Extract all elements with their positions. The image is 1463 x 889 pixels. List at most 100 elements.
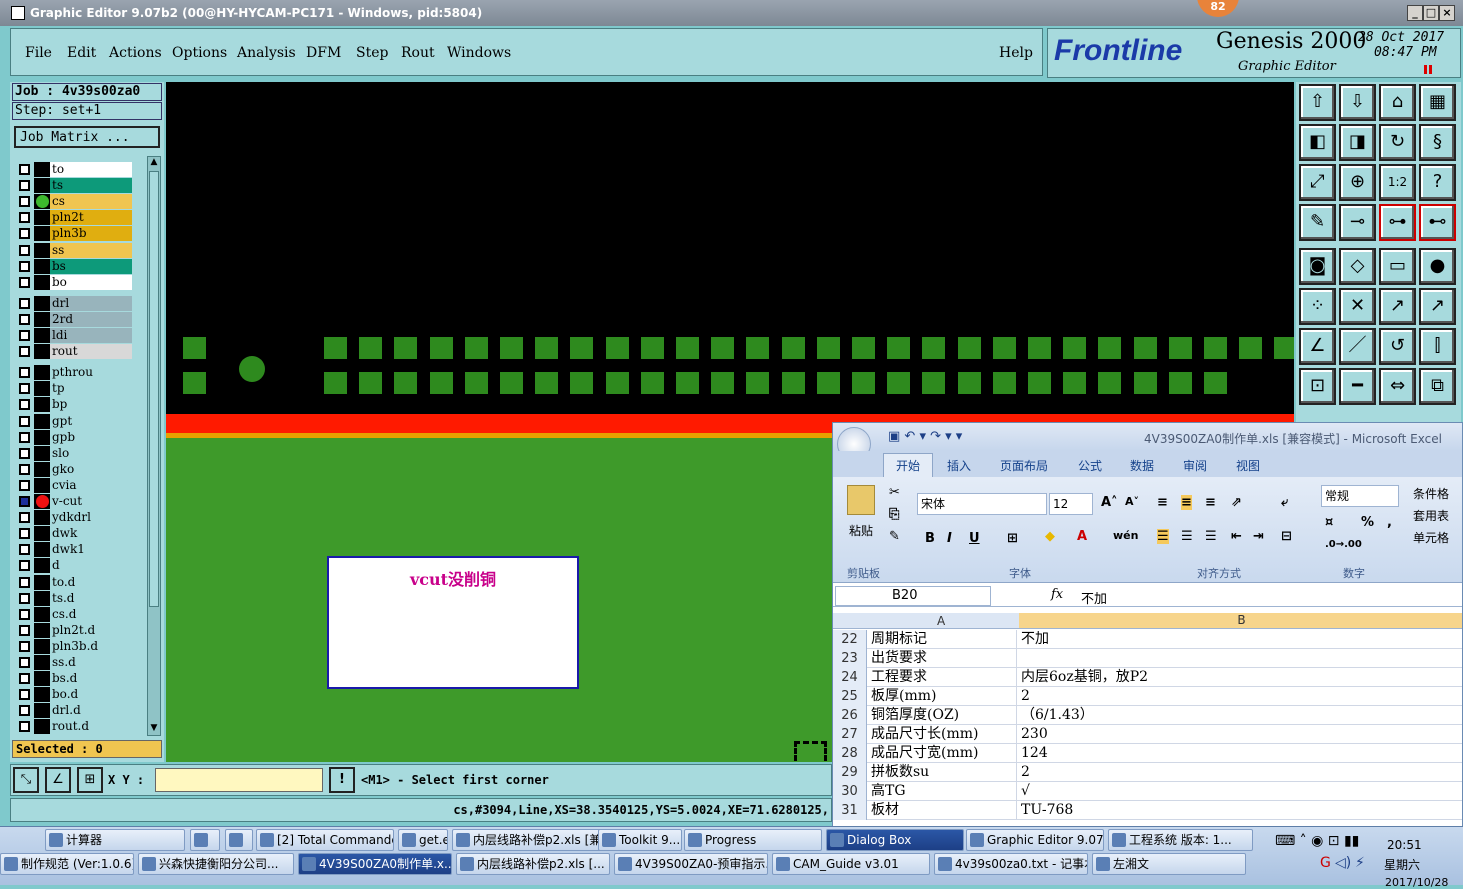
undo-icon[interactable]: ↺ [1379, 328, 1416, 365]
zoom-tool-icon[interactable]: ⤡ [13, 767, 39, 793]
layer-checkbox[interactable] [19, 608, 30, 620]
layer-row[interactable]: gpt [13, 413, 143, 429]
angle-icon[interactable]: ∠ [1299, 328, 1336, 365]
menu-actions[interactable]: Actions [109, 45, 162, 61]
scale-icon[interactable]: 1:2 [1379, 164, 1416, 201]
layer-checkbox[interactable] [19, 260, 30, 272]
row-number[interactable]: 28 [833, 744, 867, 763]
tab-review[interactable]: 审阅 [1183, 457, 1207, 474]
clock-time[interactable]: 20:51 [1387, 838, 1422, 852]
layer-checkbox[interactable] [19, 705, 30, 717]
taskbar-item[interactable]: 计算器 [45, 829, 185, 851]
edit-icon[interactable]: ✎ [1299, 204, 1336, 241]
cell-b[interactable]: √ [1019, 782, 1462, 801]
layout-icon[interactable]: ▦ [1419, 84, 1456, 121]
cut-icon[interactable]: ✂ [889, 485, 900, 500]
tab-insert[interactable]: 插入 [947, 457, 971, 474]
layer-checkbox[interactable] [19, 297, 30, 309]
paste-icon[interactable] [847, 485, 875, 515]
pad-icon[interactable]: ● [1419, 248, 1456, 285]
layer-row[interactable]: bs [13, 258, 143, 274]
tab-page-layout[interactable]: 页面布局 [1000, 457, 1048, 474]
ruler-icon[interactable]: ▭ [1379, 248, 1416, 285]
align-center-icon[interactable]: ☰ [1181, 529, 1193, 544]
format-as-table-button[interactable]: 套用表 [1413, 507, 1449, 524]
layer-checkbox[interactable] [19, 657, 30, 668]
row-number[interactable]: 29 [833, 763, 867, 782]
shrink-font-icon[interactable]: A˅ [1125, 495, 1139, 508]
row-number[interactable]: 31 [833, 801, 867, 820]
layer-checkbox[interactable] [19, 544, 30, 556]
conditional-format-button[interactable]: 条件格 [1413, 485, 1449, 502]
taskbar-item[interactable]: Dialog Box [826, 829, 964, 851]
layer-name[interactable]: slo [50, 445, 132, 461]
close-button[interactable]: × [1439, 5, 1455, 21]
number-format-select[interactable]: 常规 [1321, 485, 1399, 507]
taskbar-item[interactable]: CAM_Guide v3.01 [772, 853, 930, 875]
layer-row[interactable]: drl.d [13, 703, 143, 719]
align-top-icon[interactable]: ≡ [1157, 495, 1168, 510]
grow-font-icon[interactable]: A˄ [1101, 495, 1118, 510]
cross-icon[interactable]: ✕ [1339, 288, 1376, 325]
layer-name[interactable]: tp [50, 381, 132, 397]
cell-b[interactable]: 2 [1019, 763, 1462, 782]
decrease-indent-icon[interactable]: ⇤ [1231, 529, 1242, 544]
layer-name[interactable]: dwk [50, 526, 132, 542]
layer-row[interactable]: cs.d [13, 606, 143, 622]
layer-name[interactable]: gpt [50, 413, 132, 429]
layer-checkbox[interactable] [19, 399, 30, 411]
layer-row[interactable]: ydkdrl [13, 510, 143, 526]
taskbar-item[interactable]: 内层线路补偿p2.xls [... [456, 853, 610, 875]
column-b-header[interactable]: B [1019, 613, 1462, 628]
phonetic-icon[interactable]: wén [1113, 529, 1138, 542]
taskbar-item[interactable]: 4v39s00za0.txt - 记事本 [934, 853, 1088, 875]
job-matrix-button[interactable]: Job Matrix ... [14, 126, 160, 148]
tab-view[interactable]: 视图 [1236, 457, 1260, 474]
taskbar-item[interactable]: Toolkit 9... [598, 829, 682, 851]
cell-a[interactable]: 板材 [869, 801, 1017, 820]
layer-checkbox[interactable] [19, 673, 30, 685]
layer-name[interactable]: 2rd [50, 311, 132, 327]
cell-styles-button[interactable]: 单元格 [1413, 529, 1449, 546]
taskbar-item[interactable]: Progress [684, 829, 822, 851]
percent-icon[interactable]: % [1361, 515, 1374, 530]
column-a-header[interactable]: A [937, 614, 945, 628]
align-bottom-icon[interactable]: ≡ [1205, 495, 1216, 510]
scroll-thumb[interactable] [149, 171, 159, 607]
layer-name[interactable]: pln2t [50, 210, 132, 226]
layer-row[interactable]: ts [13, 178, 143, 194]
row-number[interactable]: 30 [833, 782, 867, 801]
layer-name[interactable]: ts.d [50, 590, 132, 606]
layer-name[interactable]: bs.d [50, 671, 132, 687]
cell-a[interactable]: 板厚(mm) [869, 687, 1017, 706]
layer-name[interactable]: v-cut [50, 494, 132, 509]
layer-checkbox[interactable] [19, 180, 30, 192]
layer-checkbox[interactable] [19, 592, 30, 604]
home-icon[interactable]: ⌂ [1379, 84, 1416, 121]
arc-icon[interactable]: ↗ [1419, 288, 1456, 325]
layer-row[interactable]: ldi [13, 328, 143, 343]
scroll-down-icon[interactable]: ▼ [149, 723, 159, 735]
layer-row[interactable]: rout [13, 344, 143, 360]
layer-row[interactable]: gpb [13, 429, 143, 445]
move-icon[interactable]: ⁘ [1299, 288, 1336, 325]
layer-row[interactable]: bo [13, 274, 143, 290]
layer-checkbox[interactable] [19, 463, 30, 475]
cell-a[interactable]: 高TG [869, 782, 1017, 801]
clock-weekday[interactable]: 星期六 [1384, 856, 1420, 873]
taskbar-item[interactable] [225, 829, 253, 851]
layer-row[interactable]: bs.d [13, 671, 143, 687]
italic-icon[interactable]: I [947, 531, 952, 546]
row-number[interactable]: 23 [833, 649, 867, 668]
layer-checkbox[interactable] [19, 624, 30, 636]
layer-name[interactable]: bp [50, 397, 132, 413]
increase-decimal-icon[interactable]: .0→.00 [1325, 539, 1362, 550]
layer-row[interactable]: slo [13, 445, 143, 461]
panel-left-icon[interactable]: ◧ [1299, 124, 1336, 161]
layer-checkbox[interactable] [19, 721, 30, 733]
row-number[interactable]: 27 [833, 725, 867, 744]
name-box[interactable]: B20 [835, 586, 991, 606]
merge-center-icon[interactable]: ⊟ [1281, 529, 1292, 544]
help-icon[interactable]: ? [1419, 164, 1456, 201]
taskbar-item[interactable]: 4V39S00ZA0-预审指示... [614, 853, 768, 875]
